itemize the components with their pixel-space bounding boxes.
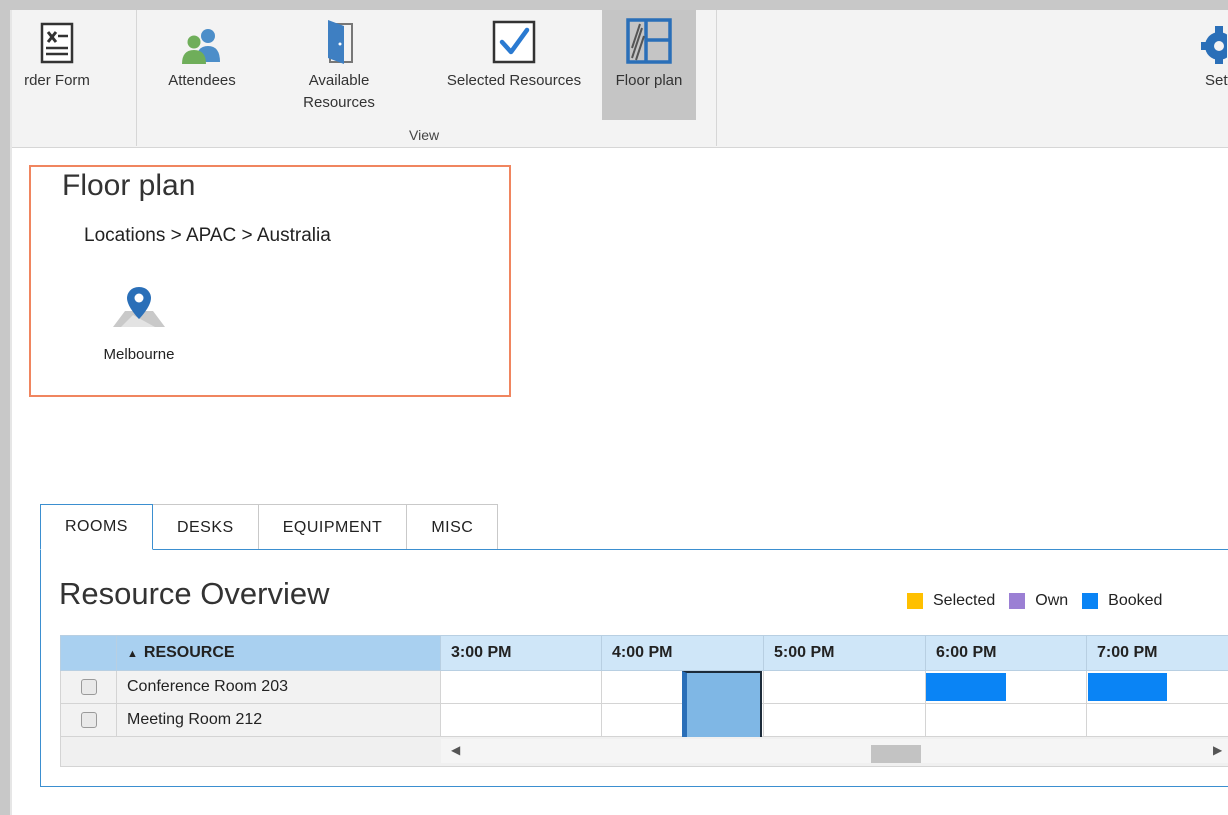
grid-header: ▲ RESOURCE 3:00 PM 4:00 PM 5:00 PM 6:00 P… [60,635,1228,671]
legend-item-own: Own [1009,592,1068,610]
time-column-header: 7:00 PM [1097,644,1158,661]
ribbon-separator [136,10,137,146]
legend-item-selected: Selected [907,592,995,610]
resource-name: Conference Room 203 [127,678,288,695]
window-frame-top [0,0,1228,10]
attendees-label: Attendees [168,72,236,89]
resource-overview-panel: Resource Overview Selected Own Booked ▲ R… [40,549,1228,787]
legend-swatch-own [1009,593,1026,609]
resource-name-cell: Meeting Room 212 [117,704,441,736]
time-slot-cell[interactable] [926,704,1087,736]
resource-name: Meeting Room 212 [127,711,263,728]
settings-label: Setti [1204,72,1228,89]
legend-label: Own [1035,592,1069,609]
settings-button[interactable]: Setti [1180,10,1228,120]
selected-time-range[interactable] [682,671,762,737]
resource-header-label: RESOURCE [143,644,235,661]
legend-item-booked: Booked [1082,592,1162,610]
resource-tabs: ROOMS DESKS EQUIPMENT MISC [40,504,499,550]
map-pin-icon [111,285,167,334]
time-column-header: 4:00 PM [602,636,764,670]
horizontal-scrollbar[interactable]: ◀ ▶ [60,737,1228,767]
time-slot-cell[interactable] [1087,704,1228,736]
row-select-cell [61,704,117,736]
legend-label: Booked [1108,592,1163,609]
time-column-header: 3:00 PM [441,636,602,670]
header-select-column [61,636,117,670]
floor-plan-label: Floor plan [615,72,683,89]
scroll-right-icon[interactable]: ▶ [1213,743,1222,757]
section-title: Resource Overview [59,576,330,611]
time-slot-cell[interactable] [441,704,602,736]
order-form-icon [40,10,74,64]
attendees-button[interactable]: Attendees [152,10,252,120]
door-icon [324,10,354,64]
booked-block[interactable] [926,673,1006,701]
tab-rooms[interactable]: ROOMS [40,504,153,550]
page-title: Floor plan [62,169,196,202]
tab-desks[interactable]: DESKS [151,504,259,550]
resource-name-cell: Conference Room 203 [117,671,441,703]
order-form-button[interactable]: rder Form [8,10,106,120]
scroll-thumb[interactable] [871,745,921,763]
row-select-cell [61,671,117,703]
location-melbourne[interactable]: Melbourne [89,285,189,363]
gear-icon [1193,10,1227,64]
booked-block[interactable] [1088,673,1167,701]
legend-swatch-selected [907,593,923,609]
row-checkbox[interactable] [81,712,97,728]
time-slot-cell[interactable] [764,704,926,736]
location-label: Melbourne [103,346,175,363]
scroll-track[interactable] [441,739,1228,763]
row-checkbox[interactable] [81,679,97,695]
ribbon-separator [716,10,717,146]
time-slot-cell[interactable] [441,671,602,703]
sort-ascending-icon: ▲ [127,648,138,660]
checkbox-icon [492,10,536,64]
scroll-left-icon[interactable]: ◀ [451,743,460,757]
attendees-icon [180,10,224,64]
view-group-label: View [409,127,440,143]
tab-equipment[interactable]: EQUIPMENT [257,504,408,550]
legend-label: Selected [933,592,996,609]
table-row[interactable]: Conference Room 203 [60,671,1228,704]
floor-plan-button[interactable]: Floor plan [602,10,696,120]
floor-plan-panel: Floor plan Locations > APAC > Australia … [29,165,511,397]
legend-swatch-booked [1082,593,1099,609]
legend: Selected Own Booked [907,592,1176,610]
time-column-header: 6:00 PM [926,636,1087,670]
floor-plan-icon [626,10,672,64]
window-frame-left [0,0,10,815]
time-column-header: 5:00 PM [764,636,926,670]
time-slot-cell[interactable] [764,671,926,703]
tab-misc[interactable]: MISC [406,504,499,550]
ribbon-toolbar: rder Form Attendees Available Resources [12,10,1228,148]
available-resources-button[interactable]: Available Resources [284,10,394,120]
breadcrumb[interactable]: Locations > APAC > Australia [84,225,331,247]
resource-grid: ▲ RESOURCE 3:00 PM 4:00 PM 5:00 PM 6:00 P… [60,635,1228,767]
table-row[interactable]: Meeting Room 212 [60,704,1228,737]
selected-resources-label: Selected Resources [446,72,582,89]
selected-resources-button[interactable]: Selected Resources [430,10,598,120]
resource-column-header[interactable]: ▲ RESOURCE [117,636,441,670]
available-resources-label: Available Resources [303,72,375,111]
order-form-label: rder Form [24,72,90,89]
